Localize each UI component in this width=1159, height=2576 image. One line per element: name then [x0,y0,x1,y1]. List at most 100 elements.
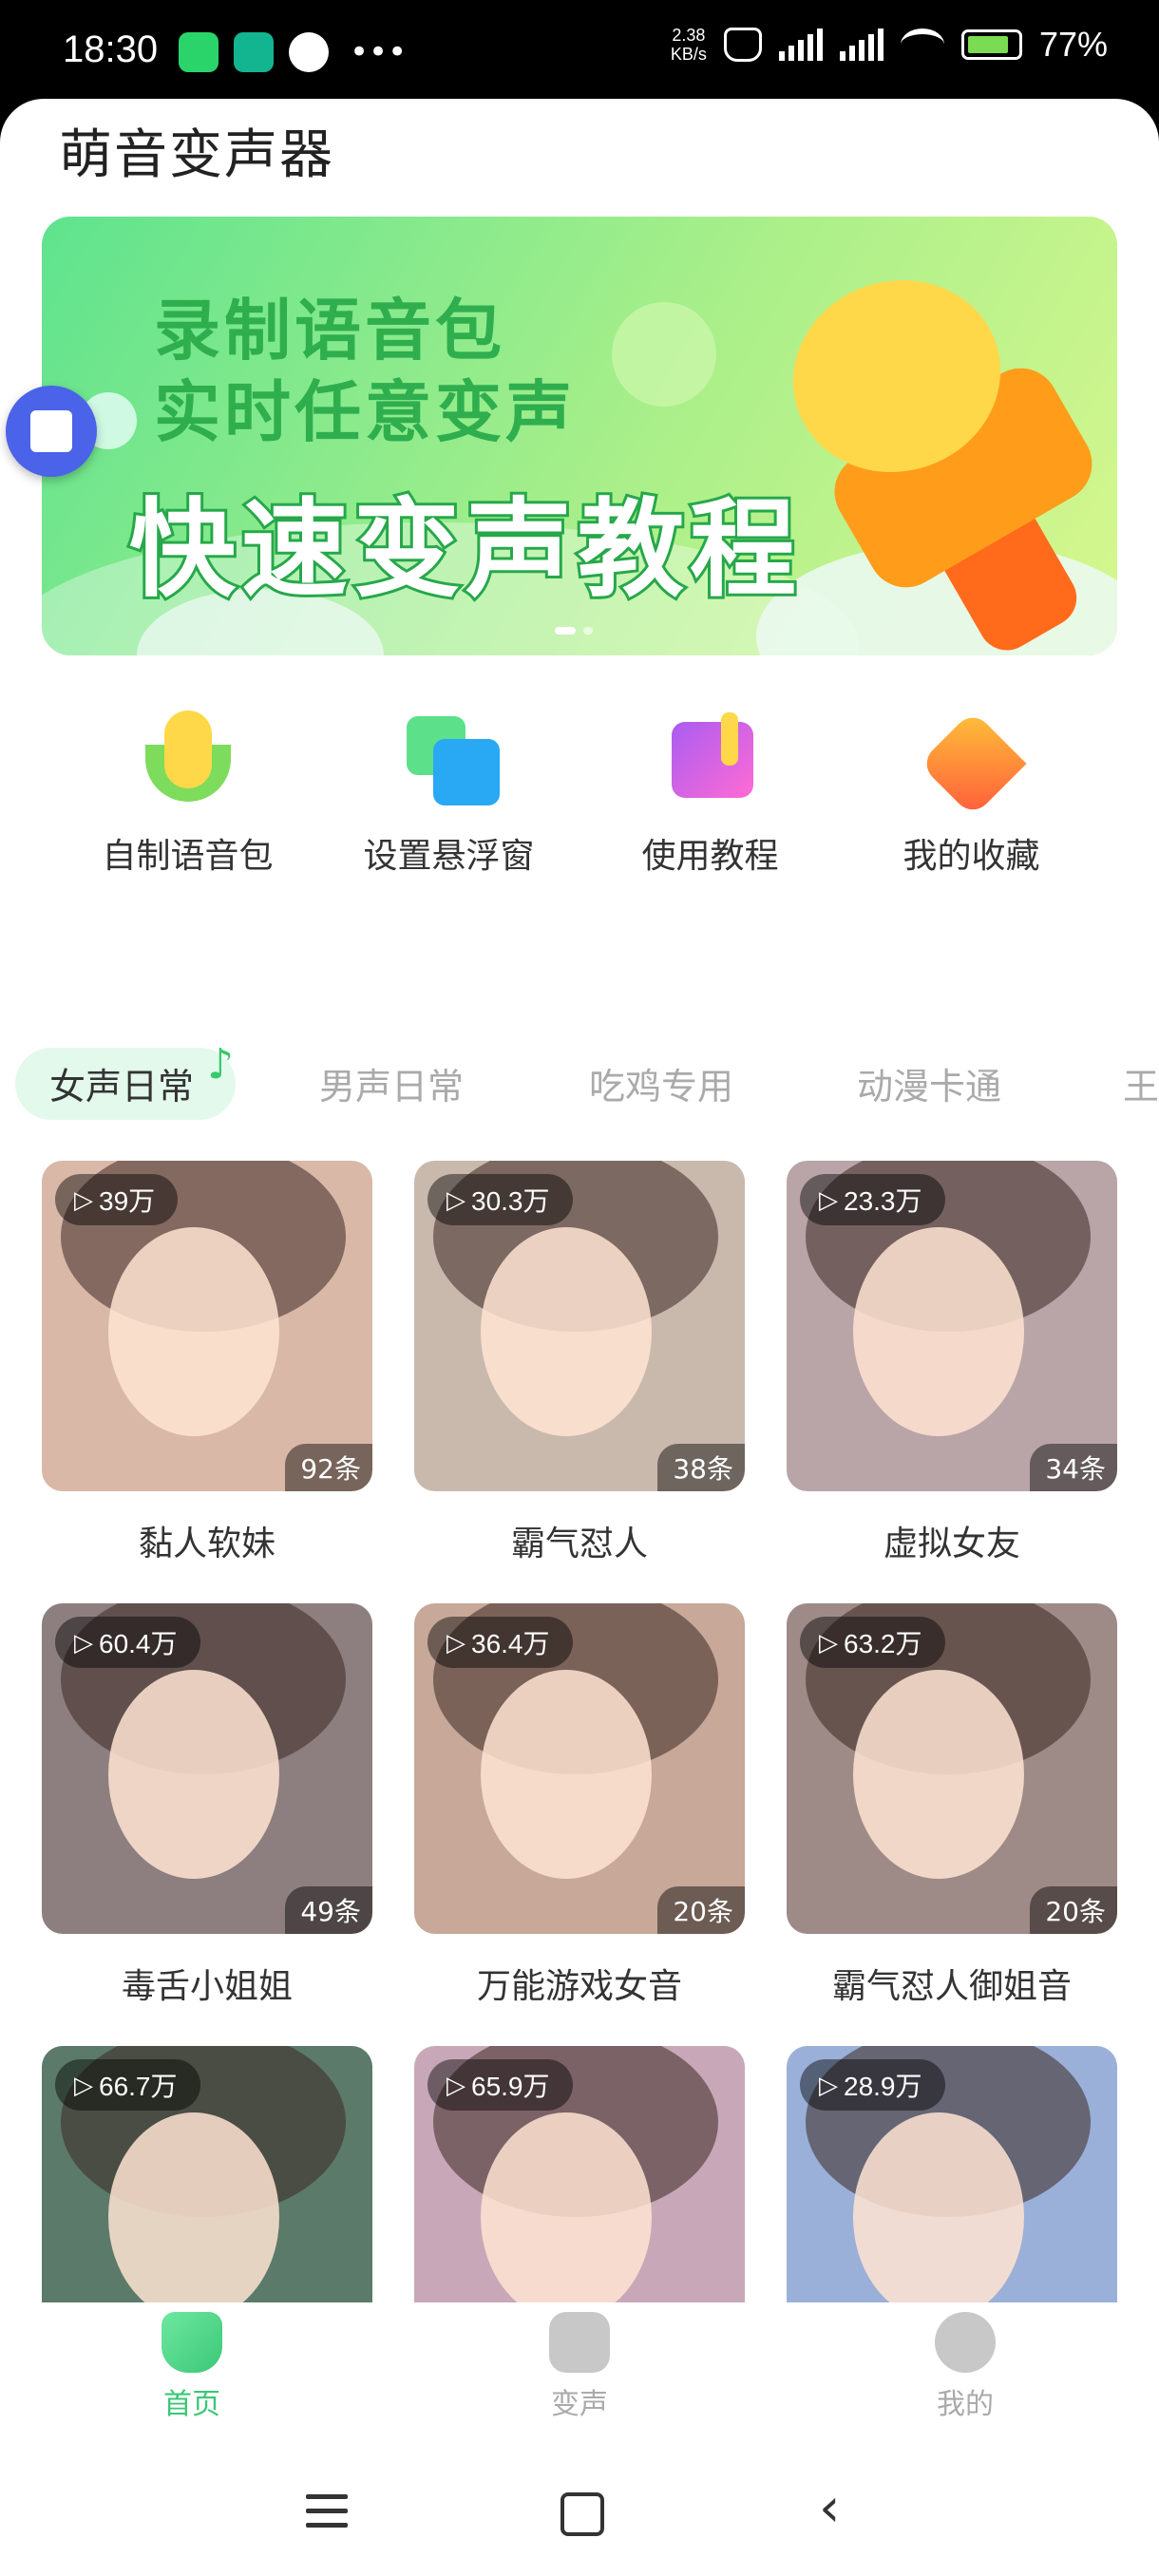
heart-favorite-icon [918,707,1027,818]
voice-pack-thumbnail: ▷ 23.3万 34条 [787,1161,1117,1491]
play-count-badge: ▷ 23.3万 [800,1174,945,1225]
quick-action-label: 设置悬浮窗 [363,837,535,876]
pagination-dot [583,627,593,635]
nav-label: 变声 [551,2388,608,2421]
bottom-navigation: 首页 变声 我的 [0,2302,1159,2445]
floating-widget-icon[interactable] [6,386,97,477]
quick-action-favorites[interactable]: 我的收藏 [858,707,1086,878]
clip-count-badge: 38条 [657,1444,745,1491]
play-count: 65.9万 [471,2072,550,2101]
music-note-decoration [612,302,716,407]
qq-notification-icon [289,32,329,72]
photo-decoration [853,1227,1024,1436]
play-icon: ▷ [446,1184,466,1214]
photo-decoration [108,2112,279,2321]
play-count-badge: ▷ 63.2万 [800,1617,945,1668]
voice-pack-card[interactable]: ▷ 39万 92条 黏人软妹 [42,1161,372,1565]
quick-action-label: 我的收藏 [902,837,1040,876]
nav-label: 我的 [937,2388,994,2421]
wechat-notification-icon [179,32,218,72]
status-right: 2.38 KB/s 77% [671,25,1108,65]
photo-decoration [108,1670,279,1879]
quick-action-tutorial[interactable]: 使用教程 [597,707,825,878]
notification-icons: ••• [179,32,407,72]
voice-pack-title: 毒舌小姐姐 [121,1967,293,2006]
music-note-icon: ♪ [207,1040,235,1089]
app-title: 萌音变声器 [59,124,334,186]
banner-headline: 快速变声教程 [126,485,802,615]
voice-pack-thumbnail: ▷ 39万 92条 [42,1161,372,1491]
play-count-badge: ▷ 36.4万 [428,1617,573,1668]
tab-more[interactable]: 王 [1123,1057,1159,1109]
voice-pack-card[interactable]: ▷ 30.3万 38条 霸气怼人 [414,1161,745,1565]
mute-icon [723,28,762,62]
play-icon: ▷ [446,1627,466,1657]
voice-pack-card[interactable]: ▷ 60.4万 49条毒舌小姐姐 [42,1603,372,2008]
voice-pack-card[interactable]: ▷ 36.4万 20条万能游戏女音 [414,1603,745,2008]
play-count-badge: ▷ 65.9万 [428,2059,573,2111]
status-time: 18:30 [63,28,159,70]
tab-anime-cartoon[interactable]: 动漫卡通 [857,1057,1001,1109]
tab-female-daily[interactable]: 女声日常 [49,1057,194,1109]
pagination-dot [555,627,576,635]
category-tabs: 女声日常 ♪ 男声日常 吃鸡专用 动漫卡通 王 [0,1040,1159,1129]
nav-profile[interactable]: 我的 [889,2312,1041,2422]
tab-male-daily[interactable]: 男声日常 [319,1057,464,1109]
voice-pack-title: 万能游戏女音 [476,1967,682,2006]
play-count: 36.4万 [471,1629,550,1658]
battery-percent: 77% [1038,25,1108,64]
nav-voice-change[interactable]: 变声 [504,2312,656,2422]
microphone-icon [136,707,240,811]
quick-action-label: 自制语音包 [102,837,274,876]
play-count-badge: ▷ 30.3万 [428,1174,573,1225]
home-button-icon[interactable] [560,2492,604,2536]
nav-home[interactable]: 首页 [116,2312,268,2422]
voice-pack-card[interactable]: ▷ 23.3万 34条虚拟女友 [787,1161,1117,1565]
clip-count-badge: 49条 [285,1886,372,1934]
quick-actions: 自制语音包 设置悬浮窗 使用教程 我的收藏 [0,707,1159,878]
system-navigation-bar: ‹ [0,2449,1159,2576]
back-icon[interactable]: ‹ [819,2477,840,2539]
play-icon: ▷ [446,2070,466,2099]
home-icon [162,2312,222,2373]
voice-pack-thumbnail: ▷ 30.3万 38条 [414,1161,745,1491]
signal-icon [778,28,823,61]
play-icon: ▷ [819,2070,838,2099]
play-icon: ▷ [74,2070,93,2099]
play-icon: ▷ [819,1627,838,1657]
photo-decoration [481,2112,652,2321]
photo-decoration [481,1670,652,1879]
banner-line-2: 实时任意变声 [154,373,576,451]
more-notifications-icon: ••• [350,33,408,71]
quick-action-label: 使用教程 [641,837,779,876]
play-count: 39万 [99,1186,156,1216]
tutorial-book-icon [658,707,763,811]
voice-pack-title: 霸气怼人御姐音 [831,1967,1072,2006]
nav-label: 首页 [163,2388,220,2421]
voice-pack-title: 虚拟女友 [883,1525,1020,1563]
quick-action-custom-voice-pack[interactable]: 自制语音包 [74,707,302,878]
voice-pack-thumbnail: ▷ 36.4万 20条 [414,1603,745,1934]
status-bar: 18:30 ••• 2.38 KB/s 77% [0,0,1159,106]
voice-pack-thumbnail: ▷ 63.2万 20条 [787,1603,1117,1934]
play-count: 60.4万 [99,1629,178,1658]
photo-decoration [108,1227,279,1436]
play-count: 23.3万 [844,1186,922,1216]
voice-pack-thumbnail: ▷ 60.4万 49条 [42,1603,372,1934]
profile-icon [935,2312,996,2373]
recent-apps-icon[interactable] [306,2494,348,2537]
battery-icon [960,29,1022,60]
photo-decoration [853,1670,1024,1879]
phone-screen: 18:30 ••• 2.38 KB/s 77% 萌音变声器 录制语音包 实时任意… [0,0,1159,2576]
wifi-icon [900,28,944,61]
app-notification-icon [234,32,274,72]
play-count: 30.3万 [471,1186,550,1216]
tab-pubg[interactable]: 吃鸡专用 [589,1057,733,1109]
quick-action-floating-window[interactable]: 设置悬浮窗 [335,707,563,878]
network-speed: 2.38 KB/s [670,26,707,64]
play-count-badge: ▷ 66.7万 [55,2059,200,2111]
voice-pack-card[interactable]: ▷ 63.2万 20条霸气怼人御姐音 [787,1603,1117,2008]
voice-pack-title: 霸气怼人 [510,1525,648,1563]
promo-banner[interactable]: 录制语音包 实时任意变声 快速变声教程 [42,217,1117,655]
play-icon: ▷ [74,1627,93,1657]
